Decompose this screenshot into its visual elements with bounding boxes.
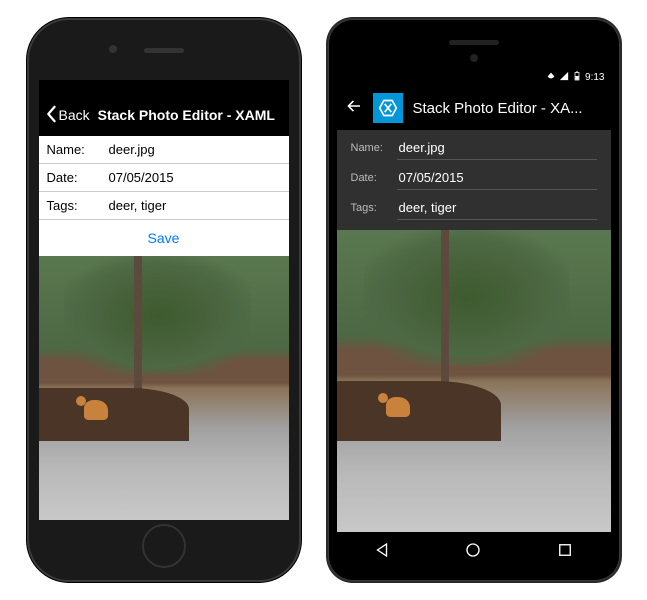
android-photo-preview [337,230,611,532]
iphone-camera-dot [109,45,117,53]
ios-back-label: Back [59,107,90,123]
android-speaker [449,40,499,45]
android-name-label: Name: [351,142,397,160]
android-tags-label: Tags: [351,202,397,220]
square-recent-icon [556,546,574,563]
ios-screen: Back Stack Photo Editor - XAML Name: dee… [39,80,289,520]
ios-page-title: Stack Photo Editor - XAML [98,107,275,123]
ios-photo-preview [39,256,289,520]
ios-back-button[interactable]: Back [45,105,90,126]
android-photo-container [337,220,611,532]
iphone-home-button[interactable] [142,524,186,568]
android-navigation-bar [337,534,611,570]
android-date-input[interactable]: 07/05/2015 [397,164,597,190]
chevron-left-icon [45,105,59,126]
xamarin-logo-icon [373,93,403,123]
signal-icon [559,71,569,84]
ios-date-row: Date: 07/05/2015 [39,164,289,192]
android-content-area: Name: deer.jpg Date: 07/05/2015 Tags: de… [337,130,611,532]
ios-tags-row: Tags: deer, tiger [39,192,289,220]
arrow-left-icon [345,102,363,119]
photo-tree-foliage [364,230,570,366]
photo-deer-subject [84,400,108,420]
android-screen: 9:13 Stack Photo Editor - XA... Name: de… [337,68,611,532]
triangle-back-icon [373,546,391,563]
android-action-bar: Stack Photo Editor - XA... [337,86,611,130]
android-name-input[interactable]: deer.jpg [397,134,597,160]
battery-icon [572,71,582,84]
photo-tree-foliage [64,256,252,375]
ios-date-input[interactable]: 07/05/2015 [105,164,289,191]
ios-date-label: Date: [39,164,105,191]
android-device-frame: 9:13 Stack Photo Editor - XA... Name: de… [329,20,619,580]
android-nav-back-button[interactable] [373,541,391,564]
photo-mulch-bed [337,381,501,441]
android-tags-input[interactable]: deer, tiger [397,194,597,220]
ios-tags-input[interactable]: deer, tiger [105,192,289,219]
iphone-speaker [144,48,184,53]
iphone-device-frame: Back Stack Photo Editor - XAML Name: dee… [29,20,299,580]
android-status-bar: 9:13 [337,68,611,86]
wifi-icon [546,71,556,84]
android-date-label: Date: [351,172,397,190]
ios-name-input[interactable]: deer.jpg [105,136,289,163]
android-page-title: Stack Photo Editor - XA... [413,100,583,117]
android-date-row: Date: 07/05/2015 [337,160,611,190]
ios-name-row: Name: deer.jpg [39,136,289,164]
android-name-row: Name: deer.jpg [337,130,611,160]
status-time: 9:13 [585,72,604,83]
ios-save-button[interactable]: Save [39,220,289,256]
android-back-button[interactable] [345,97,363,120]
ios-name-label: Name: [39,136,105,163]
photo-mulch-bed [39,388,189,441]
android-nav-home-button[interactable] [464,541,482,564]
ios-content-area: Name: deer.jpg Date: 07/05/2015 Tags: de… [39,136,289,520]
circle-home-icon [464,546,482,563]
photo-deer-subject [386,397,410,417]
android-tags-row: Tags: deer, tiger [337,190,611,220]
ios-tags-label: Tags: [39,192,105,219]
android-nav-recent-button[interactable] [556,541,574,564]
android-camera-dot [470,54,478,62]
ios-navigation-bar: Back Stack Photo Editor - XAML [39,80,289,136]
